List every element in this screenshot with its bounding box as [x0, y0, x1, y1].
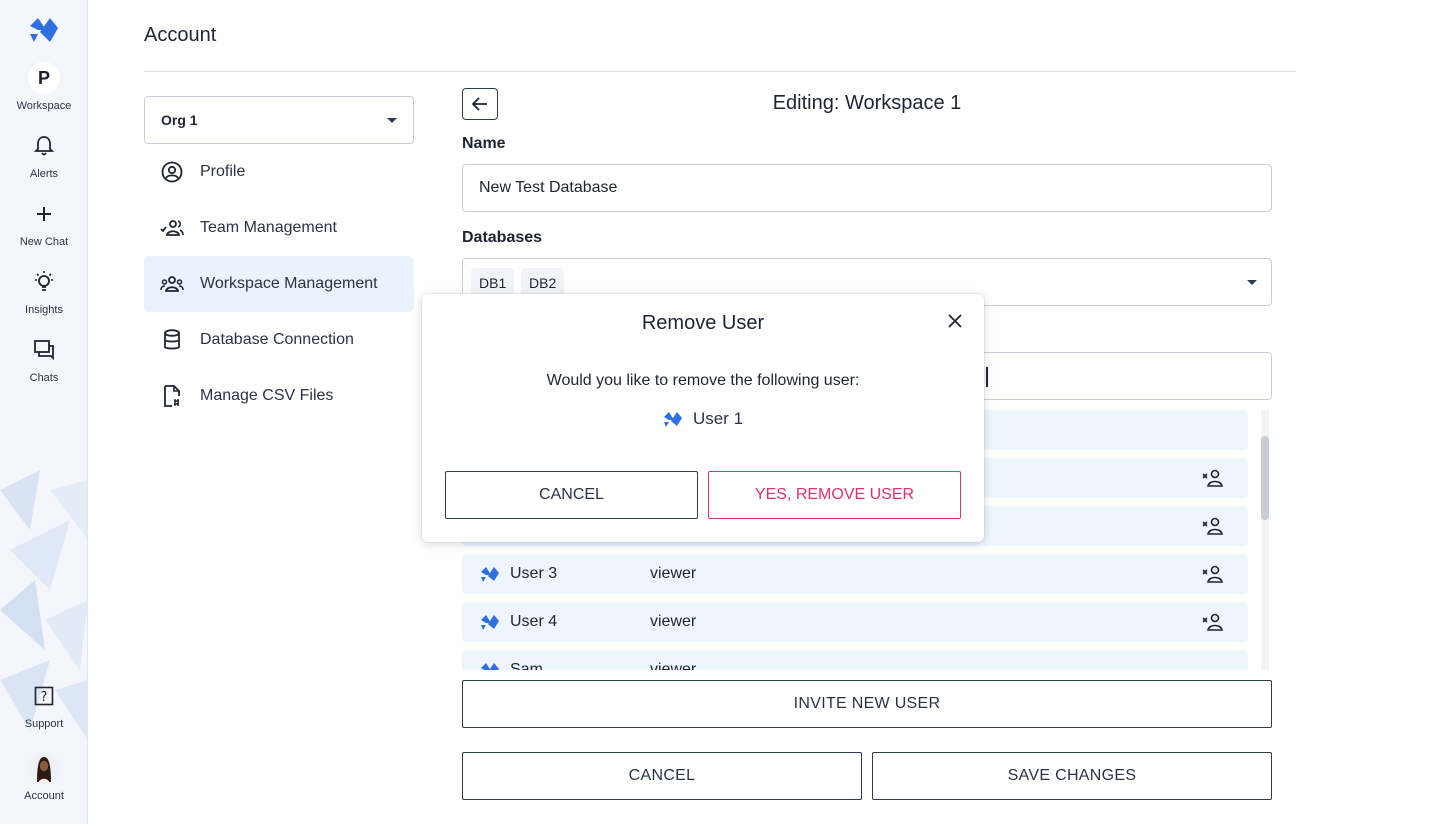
- menu-item-profile[interactable]: Profile: [144, 144, 414, 200]
- rail-workspace[interactable]: P Workspace: [0, 62, 87, 112]
- back-button[interactable]: [462, 88, 498, 120]
- help-icon: ?: [28, 680, 60, 712]
- close-button[interactable]: [944, 310, 966, 332]
- rail-support[interactable]: ? Support: [0, 680, 87, 730]
- editor-title: Editing: Workspace 1: [772, 92, 962, 114]
- close-icon: [948, 314, 962, 328]
- menu-item-database-connection[interactable]: Database Connection: [144, 312, 414, 368]
- table-row: Sam viewer: [462, 650, 1248, 670]
- rail-alerts[interactable]: Alerts: [0, 130, 87, 180]
- user-logo-icon: [663, 412, 682, 427]
- chevron-down-icon: [387, 118, 397, 123]
- menu-item-label: Manage CSV Files: [200, 387, 334, 404]
- user-name: User 3: [510, 565, 558, 582]
- user-avatar: [28, 752, 60, 784]
- scrollbar-thumb[interactable]: [1261, 436, 1269, 520]
- menu-item-workspace-management[interactable]: Workspace Management: [144, 256, 414, 312]
- rail-new-chat[interactable]: New Chat: [0, 198, 87, 248]
- menu-item-team-management[interactable]: Team Management: [144, 200, 414, 256]
- user-logo-icon: [481, 615, 499, 630]
- rail-label: Alerts: [29, 168, 59, 180]
- chevron-down-icon: [1247, 280, 1257, 285]
- bell-icon: [28, 130, 60, 162]
- name-label: Name: [462, 135, 506, 152]
- plus-icon: [28, 198, 60, 230]
- page-title: Account: [144, 24, 217, 46]
- user-name: User 4: [510, 613, 558, 630]
- org-select[interactable]: Org 1: [144, 96, 414, 144]
- dialog-message: Would you like to remove the following u…: [546, 372, 860, 389]
- user-role[interactable]: viewer: [650, 661, 696, 670]
- remove-user-dialog: Remove User Would you like to remove the…: [422, 294, 984, 542]
- remove-user-icon[interactable]: [1202, 516, 1224, 536]
- svg-text:?: ?: [41, 690, 48, 705]
- dialog-cancel-button[interactable]: CANCEL: [445, 471, 698, 519]
- dialog-user: User 1: [422, 409, 984, 429]
- csv-file-icon: [160, 384, 184, 408]
- menu-item-manage-csv-files[interactable]: Manage CSV Files: [144, 368, 414, 424]
- rail-label: Insights: [25, 304, 63, 316]
- rail-label: Workspace: [16, 100, 72, 112]
- table-row: User 4 viewer: [462, 602, 1248, 642]
- rail-label: Account: [24, 790, 64, 802]
- cancel-button[interactable]: CANCEL: [462, 752, 862, 800]
- database-icon: [160, 328, 184, 352]
- workspace-avatar: P: [28, 62, 60, 94]
- user-circle-icon: [160, 160, 184, 184]
- rail-label: Chats: [29, 372, 59, 384]
- rail-insights[interactable]: Insights: [0, 266, 87, 316]
- rail-account[interactable]: Account: [0, 752, 87, 802]
- menu-item-label: Team Management: [200, 219, 337, 236]
- left-rail: P Workspace Alerts New Chat Insights Cha…: [0, 0, 88, 824]
- user-logo-icon: [481, 663, 499, 670]
- remove-user-icon[interactable]: [1202, 612, 1224, 632]
- remove-user-icon[interactable]: [1202, 468, 1224, 488]
- arrow-left-icon: [472, 97, 487, 111]
- invite-user-button[interactable]: INVITE NEW USER: [462, 680, 1272, 728]
- user-logo-icon: [481, 567, 499, 582]
- dialog-title: Remove User: [641, 312, 765, 334]
- rail-label: New Chat: [19, 236, 69, 248]
- rail-label: Support: [24, 718, 64, 730]
- chat-bubbles-icon: [28, 334, 60, 366]
- team-check-icon: [160, 216, 184, 240]
- header-divider: [144, 71, 1296, 72]
- group-icon: [160, 272, 184, 296]
- text-cursor: [986, 367, 988, 387]
- menu-item-label: Database Connection: [200, 331, 354, 348]
- confirm-remove-button[interactable]: YES, REMOVE USER: [708, 471, 961, 519]
- name-input[interactable]: [462, 164, 1272, 212]
- user-role[interactable]: viewer: [650, 613, 696, 631]
- table-row: User 3 viewer: [462, 554, 1248, 594]
- user-name: Sam: [510, 661, 543, 670]
- menu-item-label: Profile: [200, 163, 246, 180]
- settings-menu: Profile Team Management Workspace Manage…: [144, 144, 414, 424]
- rail-chats[interactable]: Chats: [0, 334, 87, 384]
- user-role[interactable]: viewer: [650, 565, 696, 583]
- save-changes-button[interactable]: SAVE CHANGES: [872, 752, 1272, 800]
- menu-item-label: Workspace Management: [200, 275, 378, 292]
- remove-user-icon[interactable]: [1202, 564, 1224, 584]
- app-logo[interactable]: [28, 16, 60, 44]
- dialog-user-name: User 1: [692, 409, 744, 428]
- org-select-value: Org 1: [161, 112, 198, 128]
- databases-label: Databases: [462, 229, 543, 246]
- lightbulb-icon: [28, 266, 60, 298]
